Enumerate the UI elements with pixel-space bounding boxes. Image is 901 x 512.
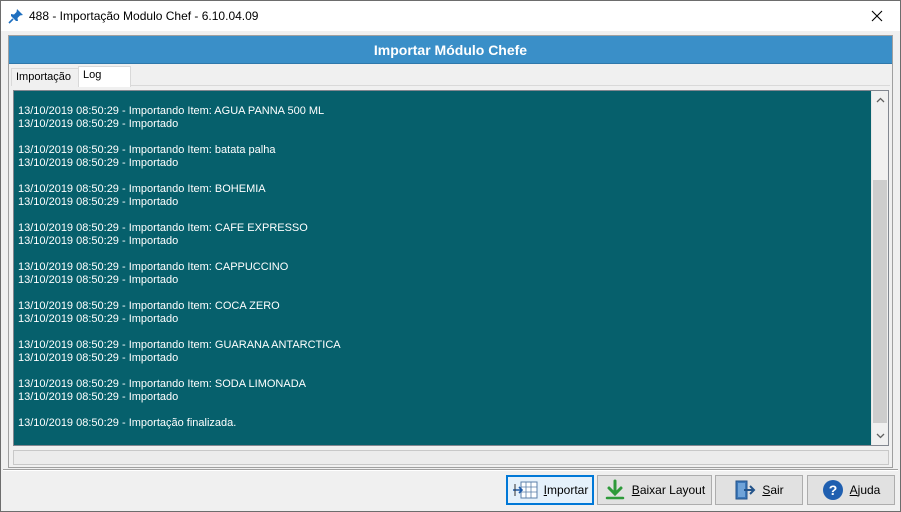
ajuda-label: Ajuda — [849, 483, 881, 497]
chevron-up-icon — [876, 97, 884, 102]
baixar-layout-label: Baixar Layout — [631, 483, 706, 497]
ajuda-button[interactable]: ? Ajuda — [807, 475, 895, 505]
scroll-thumb[interactable] — [873, 180, 887, 423]
log-blank-line — [18, 170, 866, 183]
log-line: 13/10/2019 08:50:29 - Importando Item: C… — [18, 300, 280, 312]
log-textarea[interactable]: 13/10/2019 08:50:29 - Importando Item: A… — [13, 90, 889, 446]
baixar-layout-button[interactable]: Baixar Layout — [597, 475, 712, 505]
log-blank-line — [18, 287, 866, 300]
log-line: 13/10/2019 08:50:29 - Importado — [18, 352, 179, 364]
window-title: 488 - Importação Modulo Chef - 6.10.04.0… — [29, 9, 259, 23]
main-panel: Importar Módulo Chefe Importação Log 13/… — [8, 35, 893, 468]
log-line: 13/10/2019 08:50:29 - Importando Item: G… — [18, 339, 341, 351]
divider — [3, 469, 898, 471]
pin-icon — [8, 8, 24, 24]
tab-importacao[interactable]: Importação — [11, 68, 79, 86]
sair-label: Sair — [762, 483, 784, 497]
importar-label: Importar — [543, 483, 589, 497]
app-window: 488 - Importação Modulo Chef - 6.10.04.0… — [0, 0, 901, 512]
log-line: 13/10/2019 08:50:29 - Importado — [18, 313, 179, 325]
chevron-down-icon — [876, 433, 884, 438]
vertical-scrollbar[interactable] — [871, 91, 888, 445]
log-blank-line — [18, 131, 866, 144]
log-line: 13/10/2019 08:50:29 - Importando Item: b… — [18, 144, 276, 156]
log-blank-line — [18, 209, 866, 222]
log-blank-line — [18, 404, 866, 417]
tab-log[interactable]: Log — [78, 66, 131, 87]
scroll-up-button[interactable] — [872, 91, 888, 108]
log-line: 13/10/2019 08:50:29 - Importado — [18, 196, 179, 208]
log-content: 13/10/2019 08:50:29 - Importando Item: A… — [18, 105, 866, 430]
panel-header: Importar Módulo Chefe — [9, 36, 892, 64]
log-line: 13/10/2019 08:50:29 - Importando Item: C… — [18, 261, 289, 273]
log-line: 13/10/2019 08:50:29 - Importando Item: B… — [18, 183, 266, 195]
svg-text:?: ? — [828, 482, 837, 498]
client-area: Importar Módulo Chefe Importação Log 13/… — [3, 31, 898, 511]
log-line: 13/10/2019 08:50:29 - Importado — [18, 157, 179, 169]
log-blank-line — [18, 365, 866, 378]
tab-strip: Importação Log — [11, 66, 890, 87]
log-line: 13/10/2019 08:50:29 - Importação finaliz… — [18, 417, 237, 429]
log-line: 13/10/2019 08:50:29 - Importado — [18, 118, 179, 130]
log-blank-line — [18, 326, 866, 339]
import-icon — [512, 481, 538, 499]
log-blank-line — [18, 248, 866, 261]
log-line: 13/10/2019 08:50:29 - Importando Item: S… — [18, 378, 306, 390]
title-bar[interactable]: 488 - Importação Modulo Chef - 6.10.04.0… — [1, 1, 900, 31]
log-line: 13/10/2019 08:50:29 - Importando Item: A… — [18, 105, 325, 117]
scroll-down-button[interactable] — [872, 427, 888, 444]
log-line: 13/10/2019 08:50:29 - Importando Item: C… — [18, 222, 308, 234]
help-icon: ? — [822, 480, 843, 500]
importar-button[interactable]: Importar — [506, 475, 594, 505]
download-arrow-icon — [605, 479, 625, 500]
log-line: 13/10/2019 08:50:29 - Importado — [18, 391, 179, 403]
status-bar — [13, 450, 889, 465]
log-line: 13/10/2019 08:50:29 - Importado — [18, 235, 179, 247]
close-icon — [871, 10, 883, 22]
log-line: 13/10/2019 08:50:29 - Importado — [18, 274, 179, 286]
close-button[interactable] — [854, 1, 900, 31]
exit-door-icon — [735, 480, 756, 500]
sair-button[interactable]: Sair — [715, 475, 803, 505]
